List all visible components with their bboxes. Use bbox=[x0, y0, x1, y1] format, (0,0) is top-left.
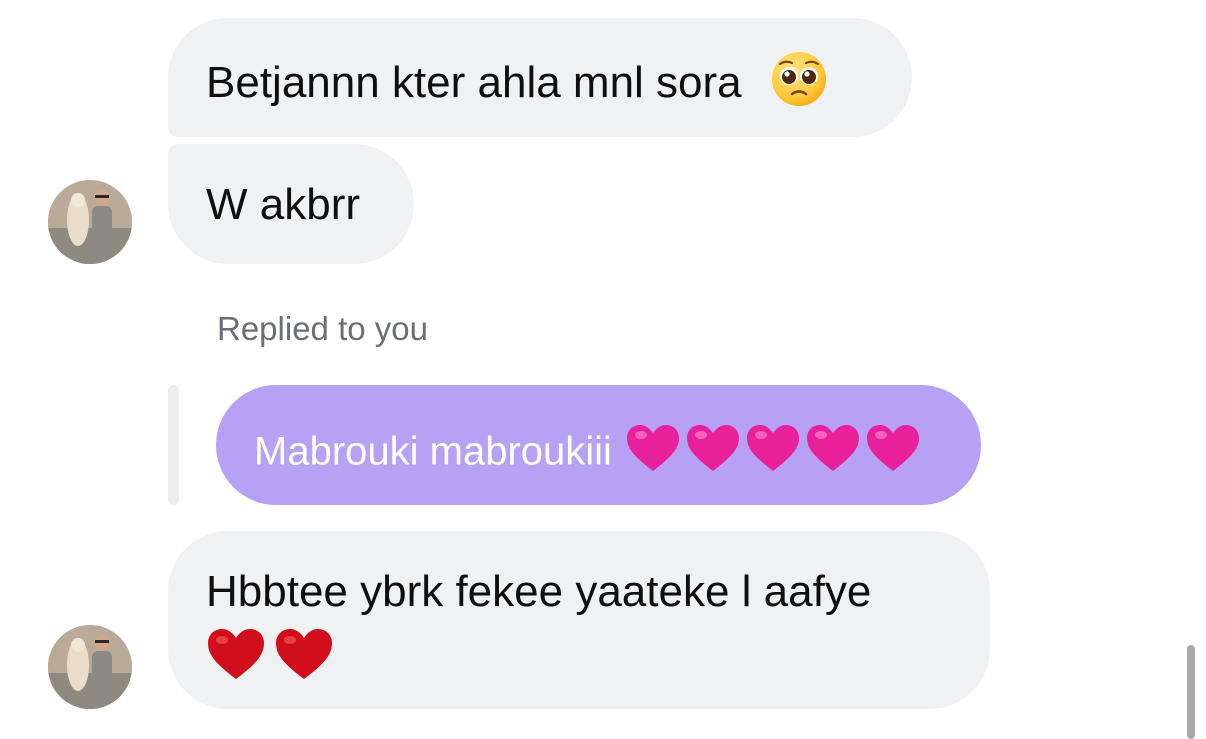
message-text: W akbrr bbox=[206, 180, 360, 229]
sender-avatar[interactable] bbox=[48, 180, 132, 264]
sender-avatar[interactable] bbox=[48, 625, 132, 709]
scrollbar[interactable] bbox=[1187, 645, 1195, 739]
pink-heart-icons bbox=[625, 423, 925, 485]
quoted-message[interactable]: Mabrouki mabroukiii bbox=[216, 385, 981, 505]
message-text: Hbbtee ybrk fekee yaateke l aafye bbox=[206, 567, 872, 616]
red-heart-icons bbox=[206, 627, 950, 683]
replied-to-label: Replied to you bbox=[217, 310, 428, 347]
profile-photo-icon bbox=[48, 625, 132, 709]
message-text: Betjannn kter ahla mnl sora bbox=[206, 58, 742, 108]
reply-indicator-bar bbox=[168, 385, 179, 505]
profile-photo-icon bbox=[48, 180, 132, 264]
incoming-message[interactable]: Betjannn kter ahla mnl sora bbox=[168, 18, 912, 137]
pleading-face-icon bbox=[770, 50, 828, 121]
incoming-message[interactable]: W akbrr bbox=[168, 144, 414, 264]
quoted-message-text: Mabrouki mabroukiii bbox=[254, 429, 612, 474]
incoming-message[interactable]: Hbbtee ybrk fekee yaateke l aafye bbox=[168, 531, 990, 709]
chat-thread: Betjannn kter ahla mnl sora W akbrr Repl… bbox=[0, 0, 1206, 739]
